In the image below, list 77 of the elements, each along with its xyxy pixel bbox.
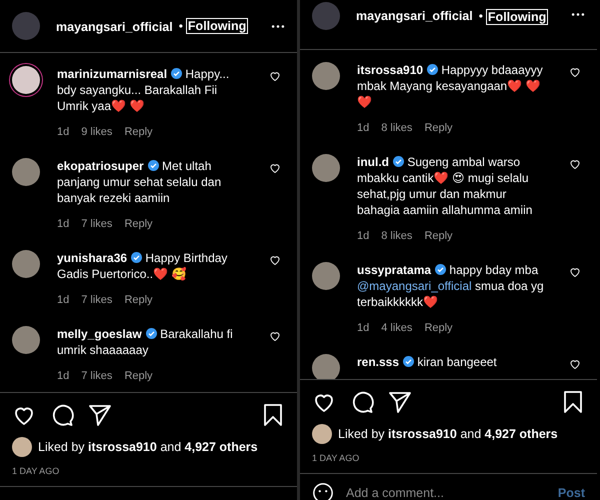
heart-icon[interactable] xyxy=(569,158,581,170)
likes-count[interactable]: 4 likes xyxy=(381,322,412,334)
reply-link[interactable]: Reply xyxy=(124,370,153,382)
avatar[interactable] xyxy=(312,262,340,290)
send-icon[interactable] xyxy=(388,390,412,414)
avatar[interactable] xyxy=(12,326,40,354)
comment-text: yunishara36 Happy Birthday Gadis Puertorico..❤ 🥰 xyxy=(57,250,228,282)
username-link[interactable]: itsrossa910 xyxy=(357,63,424,77)
avatar[interactable] xyxy=(312,154,340,182)
username-link[interactable]: yunishara36 xyxy=(57,251,128,265)
comment-text: melly_goeslaw Barakallahu fi umrik shaaaaaay xyxy=(57,326,234,358)
avatar[interactable] xyxy=(12,437,32,457)
comment-time: 1d xyxy=(357,230,370,242)
comment-time: 1d xyxy=(57,370,70,382)
mention-link[interactable]: @mayangsari_official xyxy=(357,279,472,293)
likes-count[interactable]: 7 likes xyxy=(81,218,112,230)
comment-text: ussypratama happy bday mba @mayangsari_official smua doa yg terbaikkkkkk❤ xyxy=(357,262,545,310)
username-link[interactable]: mayangsari_official xyxy=(56,20,173,34)
username-link[interactable]: ren.sss xyxy=(357,355,400,369)
reply-link[interactable]: Reply xyxy=(424,122,453,134)
comment-icon[interactable] xyxy=(50,403,74,427)
heart-icon[interactable] xyxy=(569,66,581,78)
post-date: 1 DAY AGO xyxy=(300,444,597,474)
liked-by-text[interactable]: Liked by itsrossa910 and 4,927 others xyxy=(338,427,558,441)
comment-time: 1d xyxy=(57,294,70,306)
send-icon[interactable] xyxy=(88,403,112,427)
separator-dot: • xyxy=(178,19,183,33)
post-button[interactable]: Post xyxy=(558,486,585,500)
heart-icon[interactable] xyxy=(269,162,281,174)
comment-text: ekopatriosuper Met ultah panjang umur sehat selalu dan banyak rezeki aamiin xyxy=(57,158,222,206)
avatar[interactable] xyxy=(312,62,340,90)
heart-icon[interactable] xyxy=(269,254,281,266)
avatar[interactable] xyxy=(12,66,40,94)
username-link[interactable]: ussypratama xyxy=(357,263,432,277)
avatar[interactable] xyxy=(12,158,40,186)
comment-text: itsrossa910 Happyyy bdaaayyy mbak Mayang kesayangaan❤ ❤ ❤ xyxy=(357,62,544,110)
avatar[interactable] xyxy=(12,250,40,278)
liked-by-text[interactable]: Liked by itsrossa910 and 4,927 others xyxy=(38,440,258,454)
reply-link[interactable]: Reply xyxy=(424,230,453,242)
comment-time: 1d xyxy=(357,322,370,334)
username-link[interactable]: ekopatriosuper xyxy=(57,159,144,173)
avatar[interactable] xyxy=(312,424,332,444)
reply-link[interactable]: Reply xyxy=(124,126,153,138)
reply-link[interactable]: Reply xyxy=(124,218,153,230)
likes-count[interactable]: 9 likes xyxy=(81,126,112,138)
separator-dot: • xyxy=(478,9,483,23)
comment-icon[interactable] xyxy=(350,390,374,414)
comment-time: 1d xyxy=(357,122,370,134)
reply-link[interactable]: Reply xyxy=(124,294,153,306)
comment-text: inul.d Sugeng ambal warso mbakku cantik❤ 😍 mugi selalu sehat,pjg umur dan makmur bahagia aamiin allahumma amiin xyxy=(357,154,534,218)
bookmark-icon[interactable] xyxy=(561,390,585,414)
heart-icon[interactable] xyxy=(269,330,281,342)
bookmark-icon[interactable] xyxy=(261,403,285,427)
username-link[interactable]: inul.d xyxy=(357,155,389,169)
following-button[interactable]: Following xyxy=(486,9,548,25)
more-icon[interactable] xyxy=(271,24,285,28)
heart-icon[interactable] xyxy=(569,358,581,370)
likes-count[interactable]: 7 likes xyxy=(81,370,112,382)
username-link[interactable]: mayangsari_official xyxy=(356,9,473,23)
likes-count[interactable]: 8 likes xyxy=(381,230,412,242)
username-link[interactable]: marinizumarnisreal xyxy=(57,67,168,81)
comment-text: ren.sss kiran bangeeet xyxy=(357,354,498,370)
likes-count[interactable]: 7 likes xyxy=(81,294,112,306)
smiley-icon[interactable] xyxy=(312,482,334,500)
avatar[interactable] xyxy=(312,354,340,379)
comment-time: 1d xyxy=(57,126,70,138)
reply-link[interactable]: Reply xyxy=(424,322,453,334)
heart-icon[interactable] xyxy=(569,266,581,278)
comment-time: 1d xyxy=(57,218,70,230)
following-button[interactable]: Following xyxy=(186,18,248,34)
comment-text: marinizumarnisreal Happy... bdy sayangku... Barakallah Fii Umrik yaa❤ ❤ xyxy=(57,66,230,114)
username-link[interactable]: melly_goeslaw xyxy=(57,327,142,341)
more-icon[interactable] xyxy=(571,12,585,17)
post-date: 1 DAY AGO xyxy=(0,457,297,487)
heart-icon[interactable] xyxy=(269,70,281,82)
likes-count[interactable]: 8 likes xyxy=(381,122,412,134)
comment-field[interactable]: Add a comment... xyxy=(344,485,558,500)
